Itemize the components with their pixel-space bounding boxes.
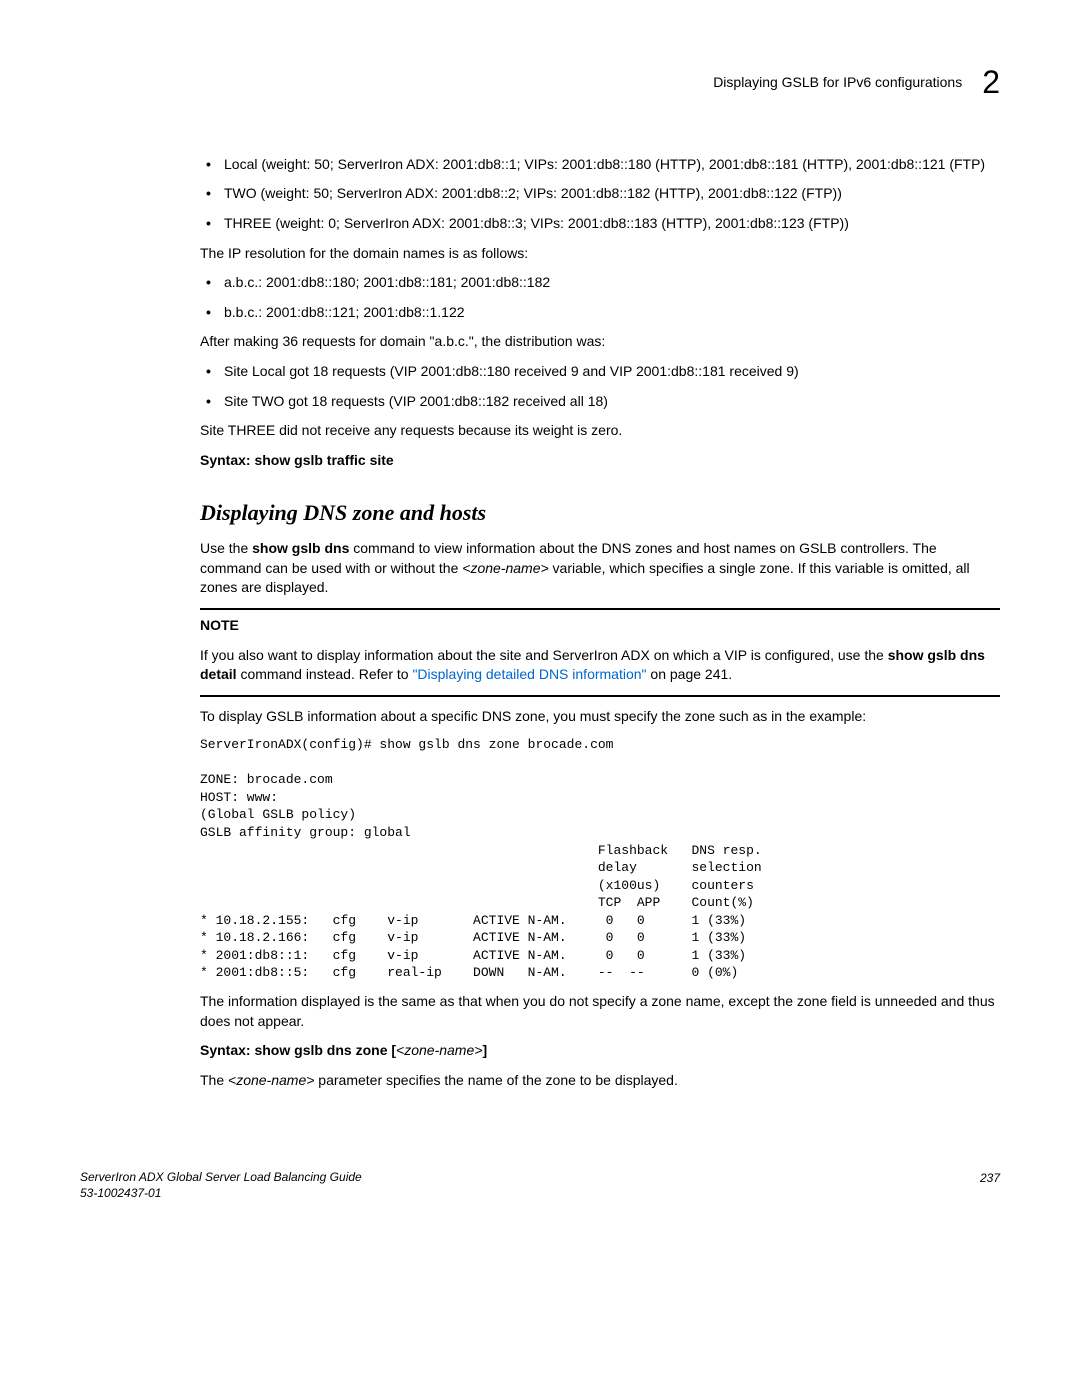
header-title: Displaying GSLB for IPv6 configurations <box>713 73 962 93</box>
page-content: Local (weight: 50; ServerIron ADX: 2001:… <box>200 155 1000 1091</box>
paragraph-info-displayed: The information displayed is the same as… <box>200 992 1000 1031</box>
syntax-command: show gslb traffic site <box>254 452 393 468</box>
list-item: TWO (weight: 50; ServerIron ADX: 2001:db… <box>200 184 1000 204</box>
terminal-output: ServerIronADX(config)# show gslb dns zon… <box>200 736 1000 982</box>
list-item: Local (weight: 50; ServerIron ADX: 2001:… <box>200 155 1000 175</box>
note-body: If you also want to display information … <box>200 646 1000 685</box>
paragraph-zone-param: The <zone-name> parameter specifies the … <box>200 1071 1000 1091</box>
text: command instead. Refer to <box>237 666 413 682</box>
syntax-command: show gslb dns zone [ <box>254 1042 396 1058</box>
variable-name: <zone-name> <box>396 1042 482 1058</box>
paragraph-ip-resolution: The IP resolution for the domain names i… <box>200 244 1000 264</box>
syntax-line-1: Syntax: show gslb traffic site <box>200 451 1000 471</box>
doc-number: 53-1002437-01 <box>80 1186 362 1202</box>
divider <box>200 695 1000 697</box>
site-list: Local (weight: 50; ServerIron ADX: 2001:… <box>200 155 1000 234</box>
syntax-prefix: Syntax: <box>200 452 254 468</box>
syntax-end: ] <box>482 1042 487 1058</box>
list-item: THREE (weight: 0; ServerIron ADX: 2001:d… <box>200 214 1000 234</box>
list-item: Site TWO got 18 requests (VIP 2001:db8::… <box>200 392 1000 412</box>
text: parameter specifies the name of the zone… <box>314 1072 677 1088</box>
command-name: show gslb dns <box>252 540 349 556</box>
ip-resolution-list: a.b.c.: 2001:db8::180; 2001:db8::181; 20… <box>200 273 1000 322</box>
page-number: 237 <box>980 1170 1000 1201</box>
chapter-number: 2 <box>982 60 1000 105</box>
note-label: NOTE <box>200 616 1000 636</box>
variable-name: <zone-name> <box>228 1072 314 1088</box>
paragraph-use-command: Use the show gslb dns command to view in… <box>200 539 1000 598</box>
divider <box>200 608 1000 610</box>
list-item: Site Local got 18 requests (VIP 2001:db8… <box>200 362 1000 382</box>
text: The <box>200 1072 228 1088</box>
section-heading-dns-zone: Displaying DNS zone and hosts <box>200 498 1000 529</box>
paragraph-after-requests: After making 36 requests for domain "a.b… <box>200 332 1000 352</box>
cross-reference-link[interactable]: "Displaying detailed DNS information" <box>412 666 646 682</box>
syntax-prefix: Syntax: <box>200 1042 254 1058</box>
syntax-line-2: Syntax: show gslb dns zone [<zone-name>] <box>200 1041 1000 1061</box>
distribution-list: Site Local got 18 requests (VIP 2001:db8… <box>200 362 1000 411</box>
guide-title: ServerIron ADX Global Server Load Balanc… <box>80 1170 362 1186</box>
list-item: b.b.c.: 2001:db8::121; 2001:db8::1.122 <box>200 303 1000 323</box>
text: on page 241. <box>647 666 733 682</box>
text: Use the <box>200 540 252 556</box>
list-item: a.b.c.: 2001:db8::180; 2001:db8::181; 20… <box>200 273 1000 293</box>
page-header: Displaying GSLB for IPv6 configurations … <box>80 60 1000 105</box>
variable-name: <zone-name> <box>462 560 548 576</box>
page-footer: ServerIron ADX Global Server Load Balanc… <box>80 1170 1000 1201</box>
paragraph-site-three: Site THREE did not receive any requests … <box>200 421 1000 441</box>
paragraph-specific-zone: To display GSLB information about a spec… <box>200 707 1000 727</box>
footer-left: ServerIron ADX Global Server Load Balanc… <box>80 1170 362 1201</box>
text: If you also want to display information … <box>200 647 888 663</box>
